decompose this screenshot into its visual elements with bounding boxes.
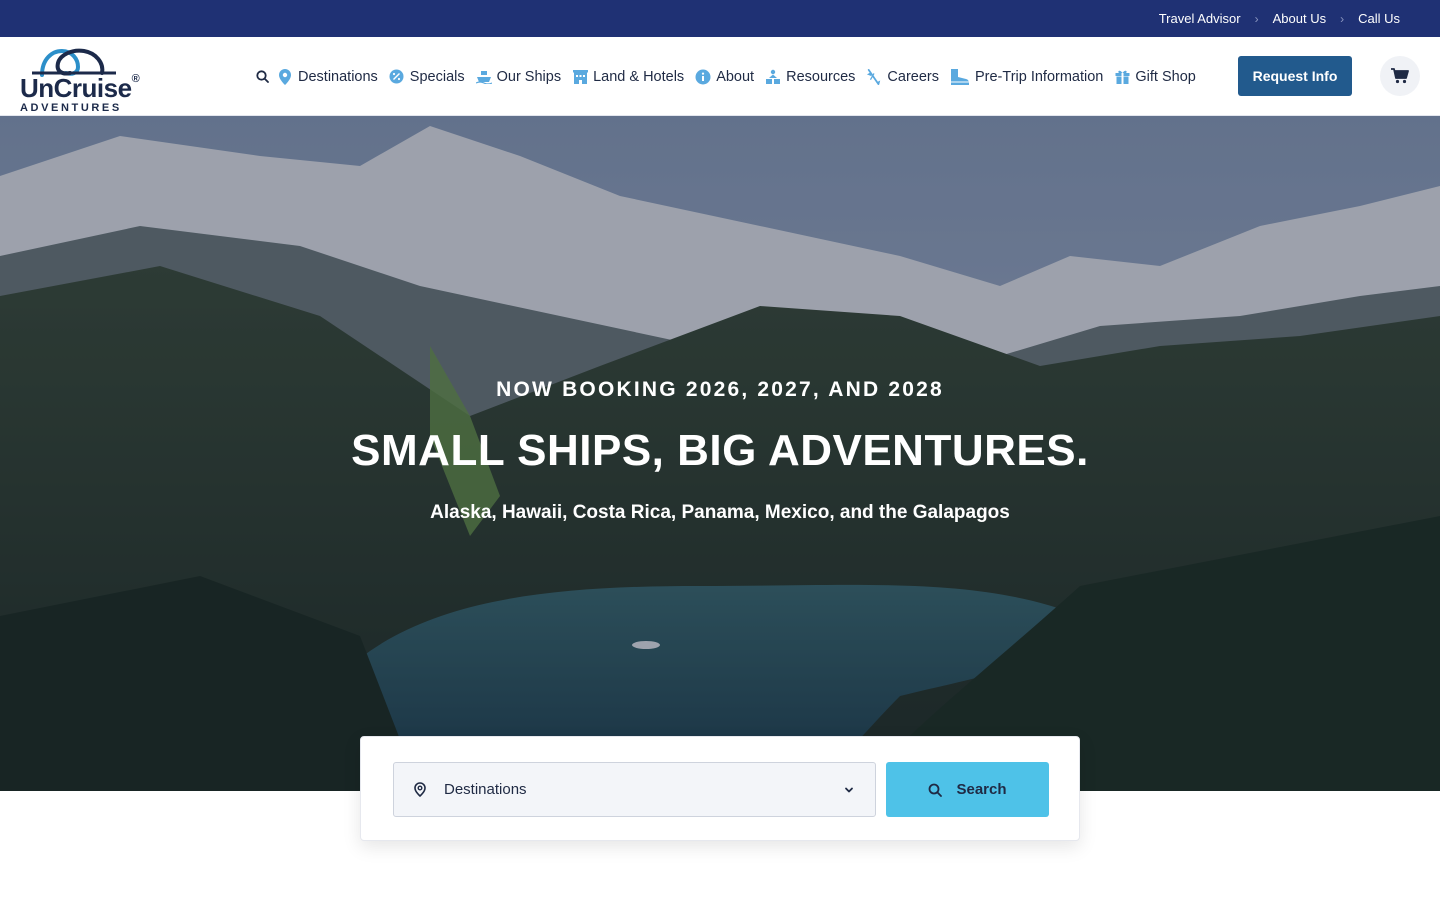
uncruise-logo[interactable]: UnCruise® ADVENTURES [20, 45, 140, 114]
chevron-right-icon: › [1340, 11, 1345, 26]
search-button[interactable]: Search [886, 762, 1049, 817]
about-us-link[interactable]: About Us [1273, 11, 1326, 26]
nav-label: Specials [409, 68, 465, 85]
cart-icon [1391, 68, 1409, 84]
cart-button[interactable] [1380, 56, 1420, 96]
nav-label: Land & Hotels [593, 68, 685, 85]
chevron-right-icon: › [1254, 11, 1259, 26]
nav-item-resources[interactable]: Resources [765, 69, 855, 85]
hero-subtitle: Alaska, Hawaii, Costa Rica, Panama, Mexi… [430, 502, 1010, 523]
percent-badge-icon [389, 69, 405, 85]
hero-title: SMALL SHIPS, BIG ADVENTURES. [351, 426, 1089, 475]
utility-links: Travel Advisor › About Us › Call Us [1159, 0, 1400, 37]
nav-item-destinations[interactable]: Destinations [277, 68, 378, 85]
hero-eyebrow: NOW BOOKING 2026, 2027, AND 2028 [496, 378, 944, 401]
map-pin-icon [414, 782, 428, 798]
nav-item-land-hotels[interactable]: Land & Hotels [572, 69, 684, 85]
search-button-label: Search [956, 781, 1007, 798]
call-us-link[interactable]: Call Us [1358, 11, 1400, 26]
nav-label: About [716, 68, 755, 85]
nav-label: Destinations [298, 68, 378, 85]
destinations-select[interactable]: Destinations [393, 762, 876, 817]
nav-label: Resources [786, 68, 856, 85]
search-icon[interactable] [253, 68, 271, 86]
chevron-down-icon [843, 783, 855, 795]
site-header: UnCruise® ADVENTURES Destinations Specia… [0, 37, 1440, 116]
nav-item-gift-shop[interactable]: Gift Shop [1114, 68, 1196, 85]
nav-item-specials[interactable]: Specials [389, 69, 465, 85]
resources-icon [765, 69, 781, 85]
nav-item-about[interactable]: About [695, 69, 754, 85]
nav-label: Pre-Trip Information [974, 68, 1104, 85]
gift-icon [1114, 69, 1130, 85]
main-nav: Destinations Specials Our Ships Land & H… [253, 37, 1207, 116]
search-icon [928, 782, 944, 798]
utility-bar: Travel Advisor › About Us › Call Us [0, 0, 1440, 37]
travel-advisor-link[interactable]: Travel Advisor [1159, 11, 1241, 26]
boot-icon [950, 68, 970, 85]
nav-item-our-ships[interactable]: Our Ships [475, 68, 562, 85]
nav-item-careers[interactable]: Careers [866, 68, 939, 85]
trip-search-card: Destinations Search [360, 736, 1080, 841]
hotel-icon [572, 69, 588, 85]
ship-icon [475, 69, 492, 85]
nav-label: Our Ships [496, 68, 562, 85]
nav-label: Gift Shop [1135, 68, 1196, 85]
destinations-select-value: Destinations [444, 781, 527, 798]
request-info-button[interactable]: Request Info [1238, 56, 1352, 96]
info-icon [695, 69, 711, 85]
nav-label: Careers [887, 68, 939, 85]
nav-item-pre-trip[interactable]: Pre-Trip Information [950, 68, 1104, 85]
careers-icon [866, 68, 882, 85]
logo-subtitle: ADVENTURES [20, 102, 122, 114]
logo-wordmark: UnCruise® [20, 73, 140, 103]
map-pin-icon [277, 68, 293, 85]
hero-banner: NOW BOOKING 2026, 2027, AND 2028 SMALL S… [0, 116, 1440, 791]
